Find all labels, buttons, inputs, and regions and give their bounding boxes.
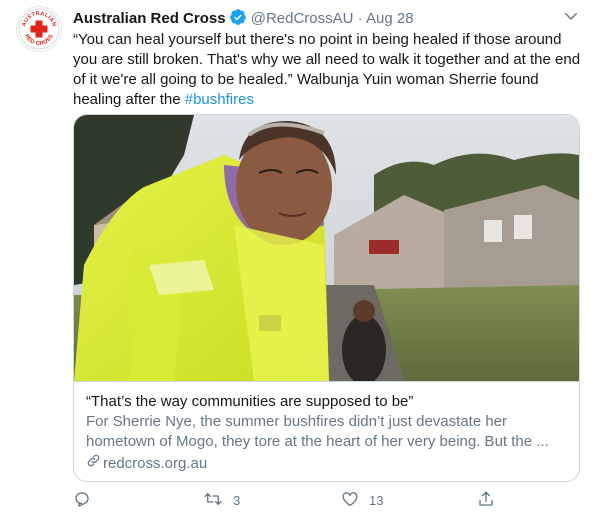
- link-icon: [86, 453, 101, 474]
- avatar[interactable]: AUSTRALIAN RED CROSS: [16, 6, 62, 52]
- share-icon: [477, 490, 495, 511]
- card-title: “That’s the way communities are supposed…: [86, 393, 414, 410]
- hashtag-link[interactable]: #bushfires: [185, 91, 254, 108]
- card-description: For Sherrie Nye, the summer bushfires di…: [86, 413, 549, 450]
- red-cross-logo-icon: AUSTRALIAN RED CROSS: [18, 8, 60, 50]
- retweet-icon: [203, 490, 223, 511]
- tweet-body: “You can heal yourself but there's no po…: [73, 31, 581, 108]
- card-url: redcross.org.au: [86, 453, 567, 474]
- reply-icon: [73, 490, 91, 511]
- like-count: 13: [369, 493, 384, 508]
- like-icon: [341, 490, 359, 511]
- verified-badge-icon: [229, 8, 247, 32]
- display-name[interactable]: Australian Red Cross: [73, 10, 226, 27]
- reply-button[interactable]: [73, 490, 91, 511]
- chevron-down-icon[interactable]: [562, 7, 580, 25]
- retweet-count: 3: [233, 493, 241, 508]
- tweet-header: Australian Red Cross @RedCrossAU · Aug 2…: [73, 8, 580, 28]
- tweet[interactable]: AUSTRALIAN RED CROSS Australian Red Cros…: [0, 0, 596, 520]
- like-button[interactable]: 13: [341, 490, 383, 511]
- share-button[interactable]: [477, 490, 495, 511]
- retweet-button[interactable]: 3: [203, 490, 240, 511]
- action-bar: 3 13: [73, 490, 503, 512]
- separator: ·: [357, 10, 363, 27]
- timestamp[interactable]: Aug 28: [366, 10, 414, 27]
- card-photo: [74, 115, 579, 381]
- handle[interactable]: @RedCrossAU: [251, 10, 354, 27]
- link-card[interactable]: “That’s the way communities are supposed…: [73, 114, 580, 482]
- card-body: “That’s the way communities are supposed…: [74, 381, 579, 481]
- card-domain: redcross.org.au: [103, 454, 208, 472]
- tweet-text: “You can heal yourself but there's no po…: [73, 30, 583, 110]
